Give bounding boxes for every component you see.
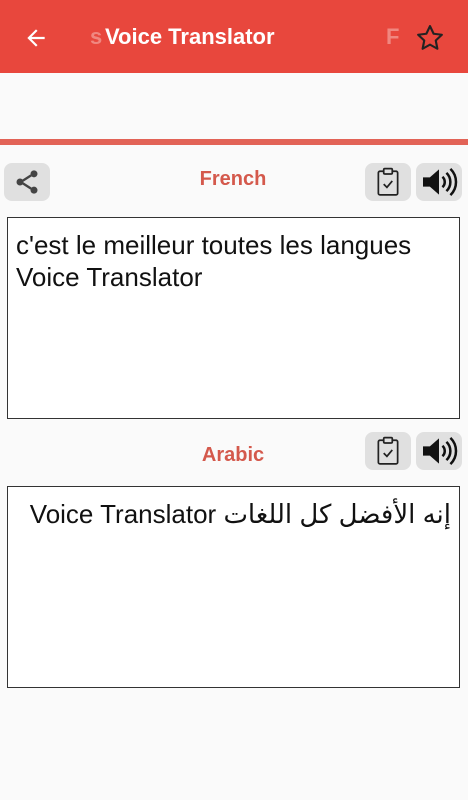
arrow-left-icon: [27, 29, 45, 47]
banner-area: [0, 73, 468, 139]
target-speak-button[interactable]: [416, 432, 462, 470]
share-button[interactable]: [4, 163, 50, 201]
star-outline-icon: [417, 25, 443, 50]
title-ghost-right: F: [386, 24, 400, 49]
app-bar: s Voice Translator F: [0, 0, 468, 73]
divider: [0, 139, 468, 145]
favorite-button[interactable]: [412, 20, 448, 56]
source-speak-button[interactable]: [416, 163, 462, 201]
back-button[interactable]: [20, 22, 52, 54]
target-language-label[interactable]: Arabic: [150, 444, 316, 467]
speaker-icon: [423, 436, 458, 466]
speaker-icon: [423, 167, 458, 197]
title-marquee: s Voice Translator F: [90, 0, 400, 73]
source-text-field[interactable]: c'est le meilleur toutes les langues Voi…: [7, 217, 460, 419]
target-text-field[interactable]: إنه الأفضل كل اللغات Voice Translator: [7, 486, 460, 688]
share-icon: [16, 170, 38, 194]
source-copy-button[interactable]: [365, 163, 411, 201]
clipboard-check-icon: [377, 167, 399, 196]
title-ghost-left: s: [90, 24, 103, 49]
clipboard-check-icon: [377, 436, 399, 465]
app-title: Voice Translator: [105, 24, 275, 49]
target-copy-button[interactable]: [365, 432, 411, 470]
source-language-label[interactable]: French: [150, 168, 316, 191]
